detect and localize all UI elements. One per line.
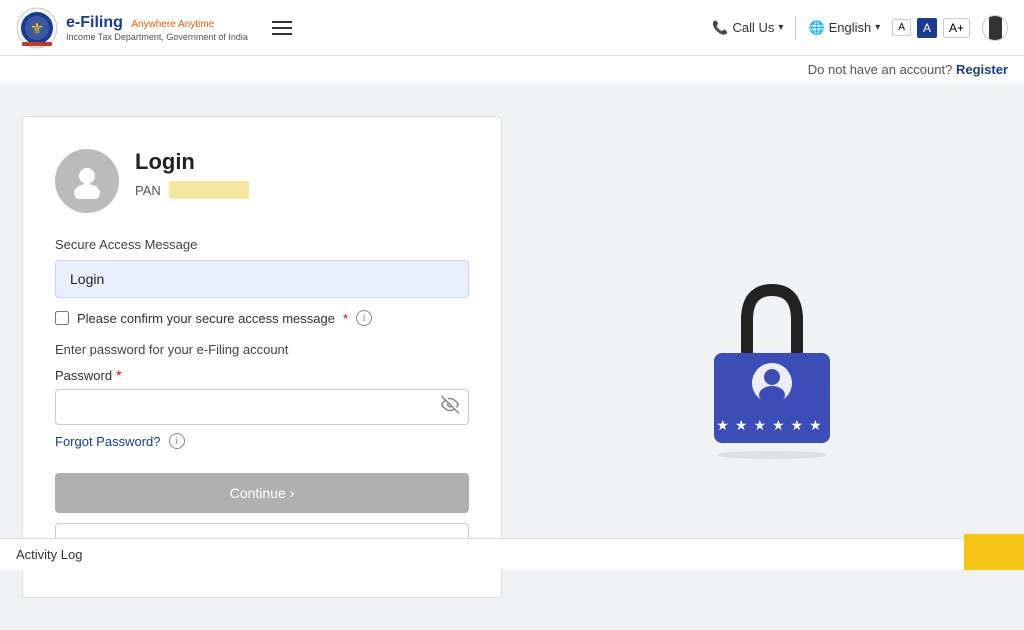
padlock-shadow bbox=[717, 451, 827, 459]
secure-message-box: Login bbox=[55, 260, 469, 298]
call-us-button[interactable]: 📞 Call Us ▾ bbox=[712, 20, 783, 36]
password-input[interactable] bbox=[55, 389, 469, 425]
logo-subtitle: Income Tax Department, Government of Ind… bbox=[66, 32, 248, 43]
header-right: 📞 Call Us ▾ 🌐 English ▾ A A A+ bbox=[712, 15, 1008, 41]
avatar bbox=[55, 149, 119, 213]
globe-icon: 🌐 bbox=[808, 20, 824, 36]
continue-button[interactable]: Continue › bbox=[55, 473, 469, 513]
forgot-password-link[interactable]: Forgot Password? bbox=[55, 434, 161, 449]
font-increase-button[interactable]: A+ bbox=[943, 18, 970, 38]
logo-efiling-text: e-Filing Anywhere Anytime bbox=[66, 13, 248, 32]
confirm-checkbox-row: Please confirm your secure access messag… bbox=[55, 310, 469, 326]
svg-text:⚜: ⚜ bbox=[30, 21, 44, 38]
user-header: Login PAN bbox=[55, 149, 469, 213]
password-required-star: * bbox=[116, 367, 121, 383]
confirm-checkbox[interactable] bbox=[55, 311, 69, 325]
secure-message-label: Secure Access Message bbox=[55, 237, 469, 252]
hamburger-icon[interactable] bbox=[272, 21, 292, 35]
forgot-info-icon[interactable]: i bbox=[169, 433, 185, 449]
svg-text:★★★★★★: ★★★★★★ bbox=[716, 417, 827, 433]
padlock-svg: ★★★★★★ bbox=[692, 275, 852, 455]
contrast-button[interactable] bbox=[982, 15, 1008, 41]
eye-off-icon bbox=[441, 396, 459, 414]
confirm-label: Please confirm your secure access messag… bbox=[77, 311, 335, 326]
padlock-illustration: ★★★★★★ bbox=[692, 275, 852, 459]
register-link[interactable]: Register bbox=[956, 62, 1008, 77]
activity-bar: Activity Log bbox=[0, 538, 1024, 570]
user-icon bbox=[69, 163, 105, 199]
login-title: Login bbox=[135, 149, 249, 175]
pan-row: PAN bbox=[135, 181, 249, 199]
password-label-row: Password * bbox=[55, 367, 469, 383]
illustration-panel: ★★★★★★ bbox=[542, 116, 1002, 598]
logo-text: e-Filing Anywhere Anytime Income Tax Dep… bbox=[66, 13, 248, 43]
activity-log-label: Activity Log bbox=[16, 547, 82, 562]
header: ⚜ e-Filing Anywhere Anytime Income Tax D… bbox=[0, 0, 1024, 56]
emblem-icon: ⚜ bbox=[16, 7, 58, 49]
phone-icon: 📞 bbox=[712, 20, 728, 36]
sub-header: Do not have an account? Register bbox=[0, 56, 1024, 84]
logo: ⚜ e-Filing Anywhere Anytime Income Tax D… bbox=[16, 7, 248, 49]
font-normal-button[interactable]: A bbox=[917, 18, 937, 38]
pan-label: PAN bbox=[135, 183, 161, 198]
call-chevron-icon: ▾ bbox=[778, 22, 783, 33]
toggle-password-button[interactable] bbox=[441, 396, 459, 419]
pan-value bbox=[169, 181, 249, 199]
password-section-label: Enter password for your e-Filing account bbox=[55, 342, 469, 357]
password-label: Password bbox=[55, 368, 112, 383]
forgot-row: Forgot Password? i bbox=[55, 433, 469, 449]
font-decrease-button[interactable]: A bbox=[892, 19, 911, 36]
password-input-wrap bbox=[55, 389, 469, 425]
required-star: * bbox=[343, 311, 348, 326]
login-form-panel: Login PAN Secure Access Message Login Pl… bbox=[22, 116, 502, 598]
language-selector[interactable]: 🌐 English ▾ bbox=[808, 20, 880, 36]
divider bbox=[795, 16, 796, 40]
yellow-block bbox=[964, 534, 1024, 570]
lang-chevron-icon: ▾ bbox=[875, 22, 880, 33]
user-info: Login PAN bbox=[135, 149, 249, 199]
checkbox-info-icon[interactable]: i bbox=[356, 310, 372, 326]
font-controls: A A A+ bbox=[892, 18, 970, 38]
